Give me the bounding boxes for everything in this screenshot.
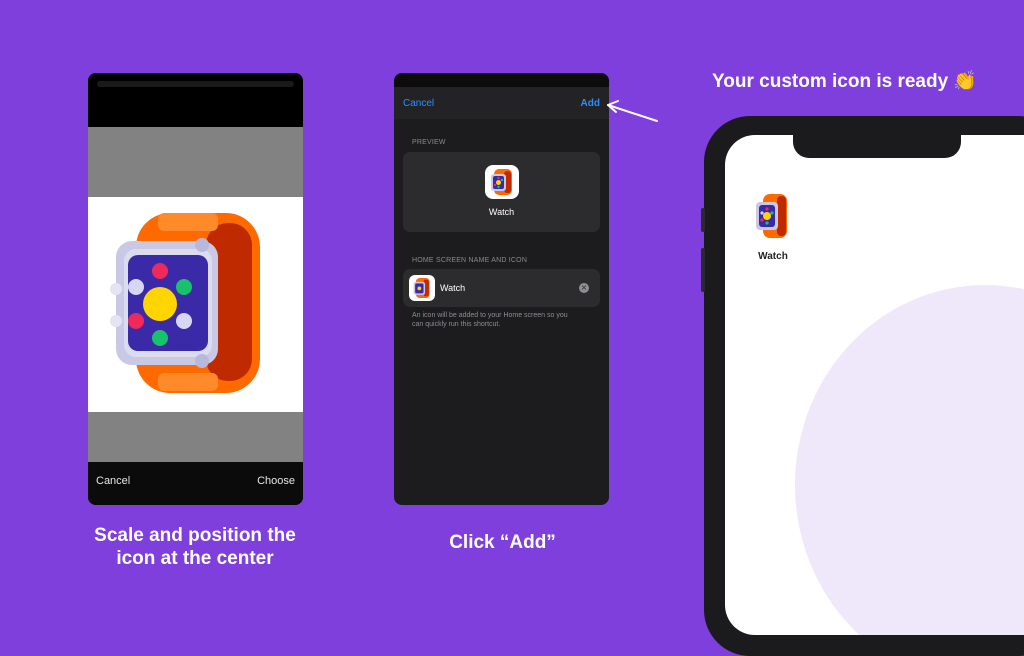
add-button[interactable]: Add: [581, 98, 600, 109]
crop-caption-line2: icon at the center: [116, 548, 274, 569]
row-app-icon[interactable]: [409, 275, 435, 301]
crop-image-area[interactable]: [88, 197, 303, 412]
add-cancel-button[interactable]: Cancel: [403, 98, 434, 109]
crop-screen: Cancel Choose: [88, 73, 303, 505]
add-note: An icon will be added to your Home scree…: [412, 311, 597, 329]
preview-name: Watch: [488, 207, 515, 217]
add-caption: Click “Add”: [449, 532, 556, 553]
add-nav-bar: Cancel Add: [394, 87, 609, 119]
name-field[interactable]: Watch: [440, 283, 465, 293]
home-title: Your custom icon is ready 👏: [712, 71, 978, 92]
home-app-label: Watch: [758, 251, 788, 262]
iphone-frame: Watch: [701, 116, 1024, 656]
notch: [793, 135, 961, 158]
crop-cancel-button[interactable]: Cancel: [96, 475, 130, 487]
preview-section-header: PREVIEW: [412, 139, 446, 146]
crop-top-bar: [88, 73, 303, 127]
preview-app-icon: [485, 165, 519, 199]
iphone-side-button: [701, 208, 705, 232]
watch-icon: [413, 278, 430, 298]
home-app-icon[interactable]: [753, 192, 793, 240]
crop-dim-bottom: [88, 412, 303, 462]
clear-icon[interactable]: ×: [579, 283, 589, 293]
crop-caption-line1: Scale and position the: [94, 525, 296, 546]
add-top-strip: [394, 73, 609, 87]
iphone-volume-button: [701, 248, 705, 292]
watch-icon: [491, 169, 512, 195]
crop-bottom-bar: Cancel Choose: [88, 462, 303, 505]
add-note-line2: can quickly run this shortcut.: [412, 321, 501, 328]
name-icon-section-header: HOME SCREEN NAME AND ICON: [412, 257, 528, 264]
preview-card: Watch: [403, 152, 600, 232]
add-note-line1: An icon will be added to your Home scree…: [412, 312, 568, 319]
wallpaper-shape: [795, 285, 1024, 635]
crop-dim-top: [88, 127, 303, 197]
arrow-icon: [607, 100, 658, 122]
home-screen: Watch: [725, 135, 1024, 635]
crop-caption: Scale and position the icon at the cente…: [70, 524, 320, 570]
name-row: Watch ×: [403, 269, 600, 307]
add-screen: Cancel Add PREVIEW Watch HOME SCREEN NAM…: [394, 73, 609, 505]
watch-icon: [756, 194, 787, 238]
crop-choose-button[interactable]: Choose: [257, 475, 295, 487]
watch-illustration: [110, 213, 260, 393]
